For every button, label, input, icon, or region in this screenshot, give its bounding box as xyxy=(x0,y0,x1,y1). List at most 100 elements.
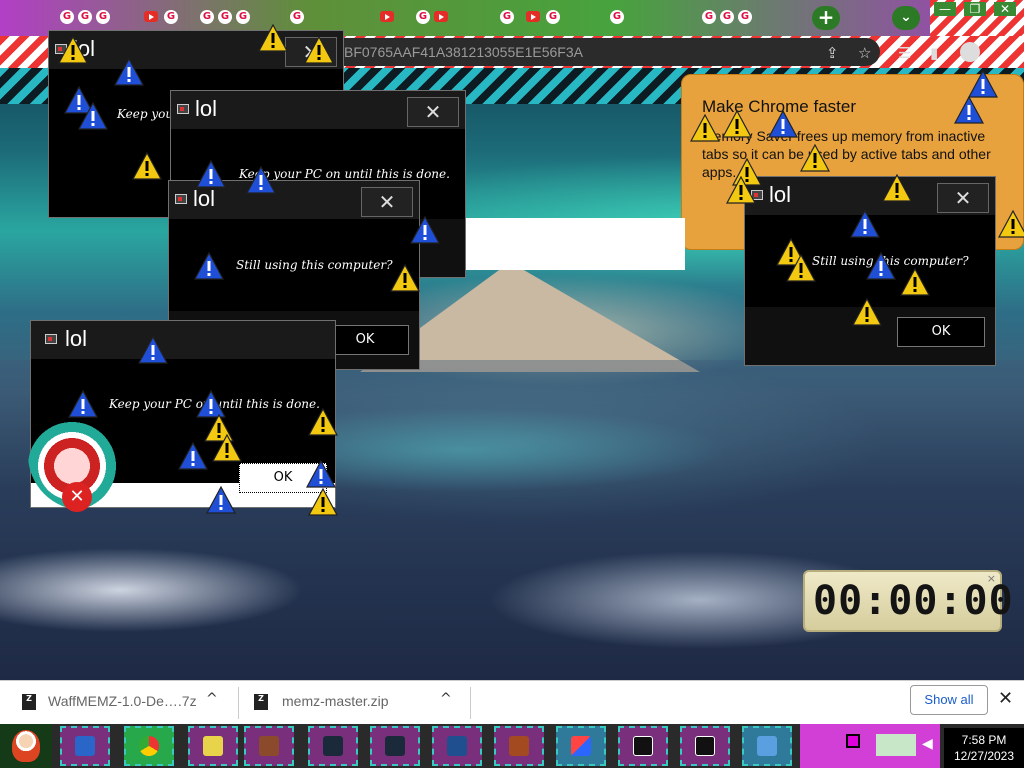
youtube-tab-icon[interactable] xyxy=(434,11,448,22)
dialog-caption: lol xyxy=(193,186,216,211)
taskbar-app-console[interactable] xyxy=(618,726,668,766)
dialog-caption: lol xyxy=(769,182,792,207)
santa-icon xyxy=(12,730,40,762)
download-item[interactable]: Z WaffMEMZ-1.0-De….7z ^ xyxy=(22,681,232,725)
google-tab-icon[interactable]: G xyxy=(738,10,752,24)
taskbar-app-fonts[interactable] xyxy=(432,726,482,766)
google-tab-icon[interactable]: G xyxy=(218,10,232,24)
system-tray[interactable]: ◀ xyxy=(800,724,940,768)
google-tab-icon[interactable]: G xyxy=(702,10,716,24)
taskbar-app-terminal[interactable] xyxy=(370,726,420,766)
download-filename: WaffMEMZ-1.0-De….7z xyxy=(48,693,197,709)
warning-icon xyxy=(308,488,338,516)
new-tab-button[interactable]: + xyxy=(812,6,840,30)
warning-icon xyxy=(800,144,830,172)
notepad-icon xyxy=(203,736,223,756)
clock-display: 00:00:00 xyxy=(813,578,1014,624)
youtube-tab-icon[interactable] xyxy=(526,11,540,22)
warning-icon xyxy=(258,24,288,52)
google-tab-icon[interactable]: G xyxy=(500,10,514,24)
taskbar-clock[interactable]: 7:58 PM 12/27/2023 xyxy=(944,728,1024,768)
network-icon[interactable] xyxy=(876,734,916,756)
warning-blue-icon xyxy=(138,336,168,364)
tab-search-button[interactable]: ⌄ xyxy=(892,6,920,30)
warning-blue-icon xyxy=(410,216,440,244)
dialog-titlebar[interactable]: lol xyxy=(31,321,335,359)
show-all-button[interactable]: Show all xyxy=(910,685,988,715)
share-icon[interactable]: ⇪ xyxy=(826,44,839,62)
google-tab-icon[interactable]: G xyxy=(290,10,304,24)
warning-blue-icon xyxy=(206,486,236,514)
warning-blue-icon xyxy=(114,58,144,86)
youtube-tab-icon[interactable] xyxy=(144,11,158,22)
chevron-up-icon[interactable]: ^ xyxy=(206,691,218,707)
download-filename: memz-master.zip xyxy=(282,693,389,709)
close-button[interactable]: ✕ xyxy=(407,97,459,127)
app-icon xyxy=(177,104,189,114)
close-window-button[interactable]: ✕ xyxy=(994,2,1016,16)
google-tab-icon[interactable]: G xyxy=(546,10,560,24)
chrome-icon xyxy=(139,736,159,756)
ok-button[interactable]: OK xyxy=(897,317,985,347)
volume-icon[interactable]: ◀ xyxy=(922,736,933,752)
warning-blue-icon xyxy=(68,390,98,418)
taskbar-app-paint[interactable] xyxy=(244,726,294,766)
google-tab-icon[interactable]: G xyxy=(720,10,734,24)
warning-icon xyxy=(722,110,752,138)
extensions-icon[interactable]: ☰ xyxy=(898,44,911,62)
tray-app-icon[interactable] xyxy=(846,734,860,748)
warning-icon xyxy=(390,264,420,292)
close-button[interactable]: ✕ xyxy=(361,187,413,217)
dialog-titlebar[interactable]: lol ✕ xyxy=(171,91,465,129)
terminal-icon xyxy=(323,736,343,756)
paint-icon xyxy=(259,736,279,756)
warning-icon xyxy=(690,114,720,142)
sidepanel-icon[interactable]: ▮ xyxy=(930,44,938,62)
google-tab-icon[interactable]: G xyxy=(96,10,110,24)
app-icon xyxy=(45,334,57,344)
taskbar-app-explorer[interactable] xyxy=(60,726,110,766)
calculator-icon xyxy=(509,736,529,756)
minimize-button[interactable]: — xyxy=(934,2,956,16)
google-tab-icon[interactable]: G xyxy=(60,10,74,24)
taskbar-app-console[interactable] xyxy=(680,726,730,766)
youtube-tab-icon[interactable] xyxy=(380,11,394,22)
taskbar-app-windows[interactable] xyxy=(556,726,606,766)
close-button[interactable]: ✕ xyxy=(937,183,989,213)
warning-icon xyxy=(998,210,1024,238)
windows-logo-icon xyxy=(571,736,591,756)
download-shelf: Z WaffMEMZ-1.0-De….7z ^ Z memz-master.zi… xyxy=(0,680,1024,724)
taskbar-app-notes[interactable] xyxy=(188,726,238,766)
restore-button[interactable]: ❐ xyxy=(964,2,986,16)
archive-icon: Z xyxy=(254,694,268,710)
profile-avatar[interactable] xyxy=(960,42,980,62)
clock-widget[interactable]: 00:00:00 × xyxy=(803,570,1013,632)
google-tab-icon[interactable]: G xyxy=(78,10,92,24)
dialog-titlebar[interactable]: lol ✕ xyxy=(49,31,343,69)
chevron-up-icon[interactable]: ^ xyxy=(440,691,452,707)
taskbar-app-terminal[interactable] xyxy=(308,726,358,766)
google-tab-icon[interactable]: G xyxy=(416,10,430,24)
taskbar-app-chrome[interactable] xyxy=(124,726,174,766)
warning-icon xyxy=(304,36,334,64)
terminal-icon xyxy=(385,736,405,756)
divider xyxy=(470,687,471,719)
taskbar-app-calculator[interactable] xyxy=(494,726,544,766)
blank-panel xyxy=(465,218,685,270)
clock-close-button[interactable]: × xyxy=(987,572,996,585)
google-tab-icon[interactable]: G xyxy=(236,10,250,24)
bookmark-star-icon[interactable]: ☆ xyxy=(858,44,871,62)
warning-blue-icon xyxy=(850,210,880,238)
taskbar-app-control-panel[interactable] xyxy=(742,726,792,766)
warning-icon xyxy=(900,268,930,296)
address-text[interactable]: BF0765AAF41A381213055E1E56F3A xyxy=(344,44,583,60)
dialog-message: Still using this computer? xyxy=(236,258,393,272)
google-tab-icon[interactable]: G xyxy=(610,10,624,24)
warning-icon xyxy=(786,254,816,282)
google-tab-icon[interactable]: G xyxy=(164,10,178,24)
app-icon xyxy=(175,194,187,204)
google-tab-icon[interactable]: G xyxy=(200,10,214,24)
download-item[interactable]: Z memz-master.zip ^ xyxy=(254,681,464,725)
start-button[interactable] xyxy=(0,724,52,768)
close-shelf-button[interactable]: ✕ xyxy=(998,688,1013,709)
